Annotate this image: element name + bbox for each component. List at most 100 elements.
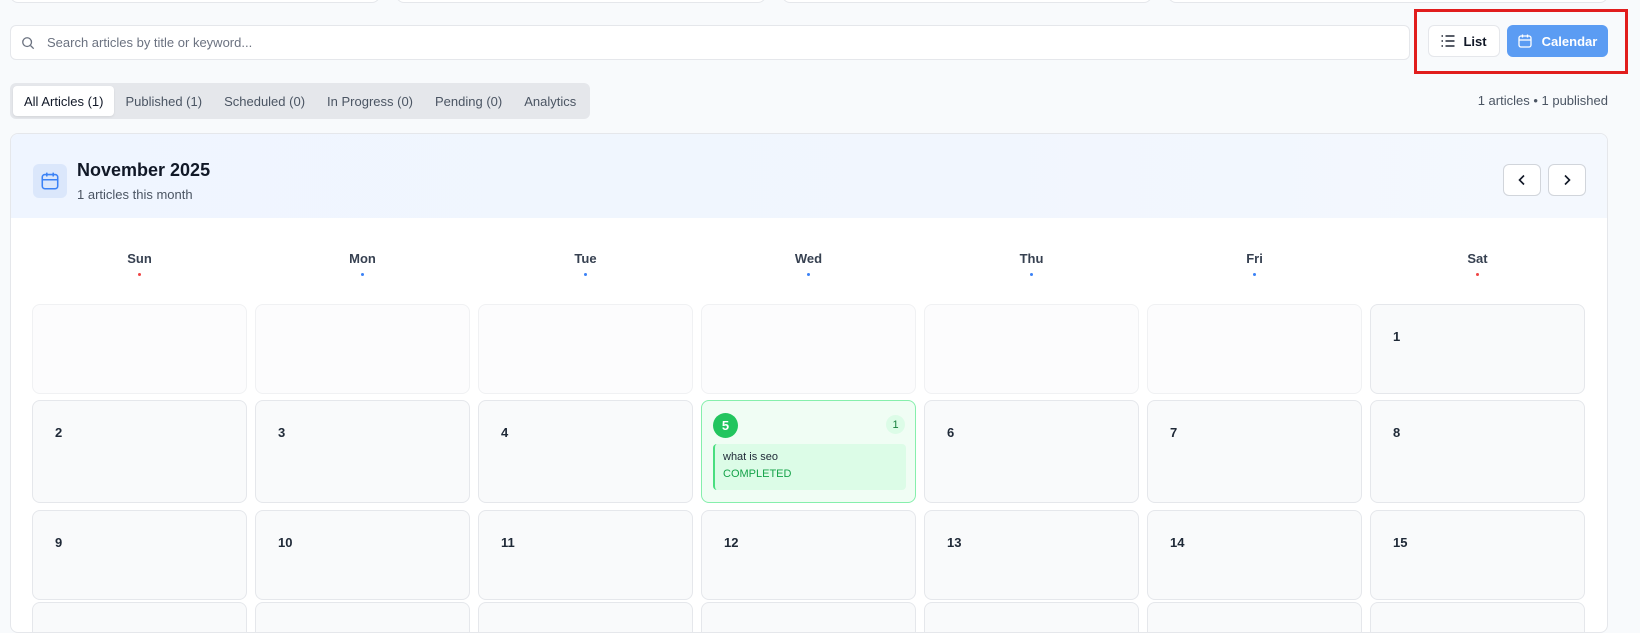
tab-scheduled[interactable]: Scheduled (0) bbox=[213, 86, 316, 116]
weekday-dot bbox=[1030, 273, 1033, 276]
calendar-day-empty bbox=[478, 304, 693, 394]
calendar-day-8[interactable]: 8 bbox=[1370, 400, 1585, 503]
tab-in-progress[interactable]: In Progress (0) bbox=[316, 86, 424, 116]
calendar-day-empty bbox=[701, 304, 916, 394]
day-number: 14 bbox=[1170, 535, 1185, 550]
next-month-button[interactable] bbox=[1548, 164, 1586, 196]
calendar-day-13[interactable]: 13 bbox=[924, 510, 1139, 600]
tab-all-articles[interactable]: All Articles (1) bbox=[13, 86, 115, 116]
weekday-label: Thu bbox=[1019, 251, 1044, 266]
article-count-badge: 1 bbox=[886, 415, 905, 434]
weekday-label: Mon bbox=[349, 251, 376, 266]
calendar-day-empty bbox=[32, 304, 247, 394]
day-number: 8 bbox=[1393, 425, 1401, 440]
list-view-button[interactable]: List bbox=[1428, 25, 1500, 57]
article-title: what is seo bbox=[723, 451, 779, 463]
calendar-day-6[interactable]: 6 bbox=[924, 400, 1139, 503]
article-filter-tabs: All Articles (1) Published (1) Scheduled (… bbox=[10, 83, 591, 119]
stat-card bbox=[396, 0, 766, 3]
weekday-thu: Thu bbox=[924, 251, 1139, 276]
calendar-day-2[interactable]: 2 bbox=[32, 400, 247, 503]
day-number: 7 bbox=[1170, 425, 1178, 440]
stat-card bbox=[1168, 0, 1608, 3]
calendar-view-label: Calendar bbox=[1541, 33, 1598, 49]
calendar-day-9[interactable]: 9 bbox=[32, 510, 247, 600]
day-number: 11 bbox=[501, 535, 515, 550]
calendar-day-empty bbox=[255, 602, 470, 632]
today-day-number-badge: 5 bbox=[713, 413, 738, 438]
day-number: 6 bbox=[947, 425, 955, 440]
calendar-view-button[interactable]: Calendar bbox=[1507, 25, 1608, 57]
article-card[interactable]: what is seo COMPLETED bbox=[713, 444, 906, 490]
articles-summary: 1 articles • 1 published bbox=[1477, 93, 1608, 108]
calendar-day-5[interactable]: 5 1 what is seo COMPLETED bbox=[701, 400, 916, 503]
day-number: 15 bbox=[1393, 535, 1408, 550]
tab-pending[interactable]: Pending (0) bbox=[424, 86, 513, 116]
stat-card bbox=[10, 0, 380, 3]
calendar-panel: November 2025 1 articles this month Sun M… bbox=[10, 133, 1608, 633]
calendar-day-empty bbox=[701, 602, 916, 632]
weekday-tue: Tue bbox=[478, 251, 693, 276]
chevron-right-icon bbox=[1564, 174, 1571, 186]
calendar-day-empty bbox=[255, 304, 470, 394]
weekday-dot bbox=[1476, 273, 1479, 276]
calendar-icon bbox=[1518, 34, 1532, 48]
search-icon bbox=[22, 37, 35, 50]
calendar-day-empty bbox=[1147, 602, 1362, 632]
weekday-dot bbox=[138, 273, 141, 276]
article-status: COMPLETED bbox=[723, 468, 792, 480]
calendar-day-4[interactable]: 4 bbox=[478, 400, 693, 503]
weekday-mon: Mon bbox=[255, 251, 470, 276]
stat-card bbox=[782, 0, 1152, 3]
calendar-month-title: November 2025 bbox=[77, 160, 211, 180]
day-number: 10 bbox=[278, 535, 293, 550]
previous-month-button[interactable] bbox=[1503, 164, 1541, 196]
calendar-header-icon bbox=[33, 164, 67, 198]
search-bar bbox=[10, 25, 1410, 60]
search-input[interactable] bbox=[11, 26, 1409, 59]
day-number: 4 bbox=[501, 425, 509, 440]
day-number: 9 bbox=[55, 535, 63, 550]
day-number: 12 bbox=[724, 535, 739, 550]
calendar-day-11[interactable]: 11 bbox=[478, 510, 693, 600]
calendar-day-15[interactable]: 15 bbox=[1370, 510, 1585, 600]
weekday-dot bbox=[807, 273, 810, 276]
weekday-dot bbox=[584, 273, 587, 276]
weekday-header-row: Sun Mon Tue Wed Thu Fri Sat bbox=[32, 251, 1586, 281]
list-icon bbox=[1441, 35, 1455, 47]
weekday-dot bbox=[1253, 273, 1256, 276]
calendar-day-empty bbox=[32, 602, 247, 632]
calendar-day-7[interactable]: 7 bbox=[1147, 400, 1362, 503]
tab-analytics[interactable]: Analytics bbox=[513, 86, 587, 116]
weekday-label: Tue bbox=[574, 251, 597, 266]
weekday-label: Sun bbox=[127, 251, 152, 266]
calendar-header: November 2025 1 articles this month bbox=[11, 134, 1607, 218]
day-number: 13 bbox=[947, 535, 962, 550]
weekday-label: Wed bbox=[794, 251, 823, 266]
calendar-day-empty bbox=[924, 602, 1139, 632]
weekday-label: Sat bbox=[1467, 251, 1488, 266]
weekday-dot bbox=[361, 273, 364, 276]
weekday-label: Fri bbox=[1246, 251, 1263, 266]
calendar-day-empty bbox=[1370, 602, 1585, 632]
calendar-day-empty bbox=[924, 304, 1139, 394]
weekday-sat: Sat bbox=[1370, 251, 1585, 276]
list-view-label: List bbox=[1463, 33, 1487, 49]
chevron-left-icon bbox=[1518, 174, 1525, 186]
calendar-day-1[interactable]: 1 bbox=[1370, 304, 1585, 394]
calendar-day-empty bbox=[478, 602, 693, 632]
top-stat-cards bbox=[10, 0, 1630, 3]
day-number: 2 bbox=[55, 425, 63, 440]
calendar-day-12[interactable]: 12 bbox=[701, 510, 916, 600]
weekday-fri: Fri bbox=[1147, 251, 1362, 276]
calendar-day-10[interactable]: 10 bbox=[255, 510, 470, 600]
calendar-day-14[interactable]: 14 bbox=[1147, 510, 1362, 600]
tab-published[interactable]: Published (1) bbox=[114, 86, 213, 116]
calendar-month-subtitle: 1 articles this month bbox=[77, 187, 193, 202]
day-number: 3 bbox=[278, 425, 286, 440]
weekday-sun: Sun bbox=[32, 251, 247, 276]
calendar-day-empty bbox=[1147, 304, 1362, 394]
calendar-day-3[interactable]: 3 bbox=[255, 400, 470, 503]
weekday-wed: Wed bbox=[701, 251, 916, 276]
day-number: 1 bbox=[1393, 329, 1401, 344]
